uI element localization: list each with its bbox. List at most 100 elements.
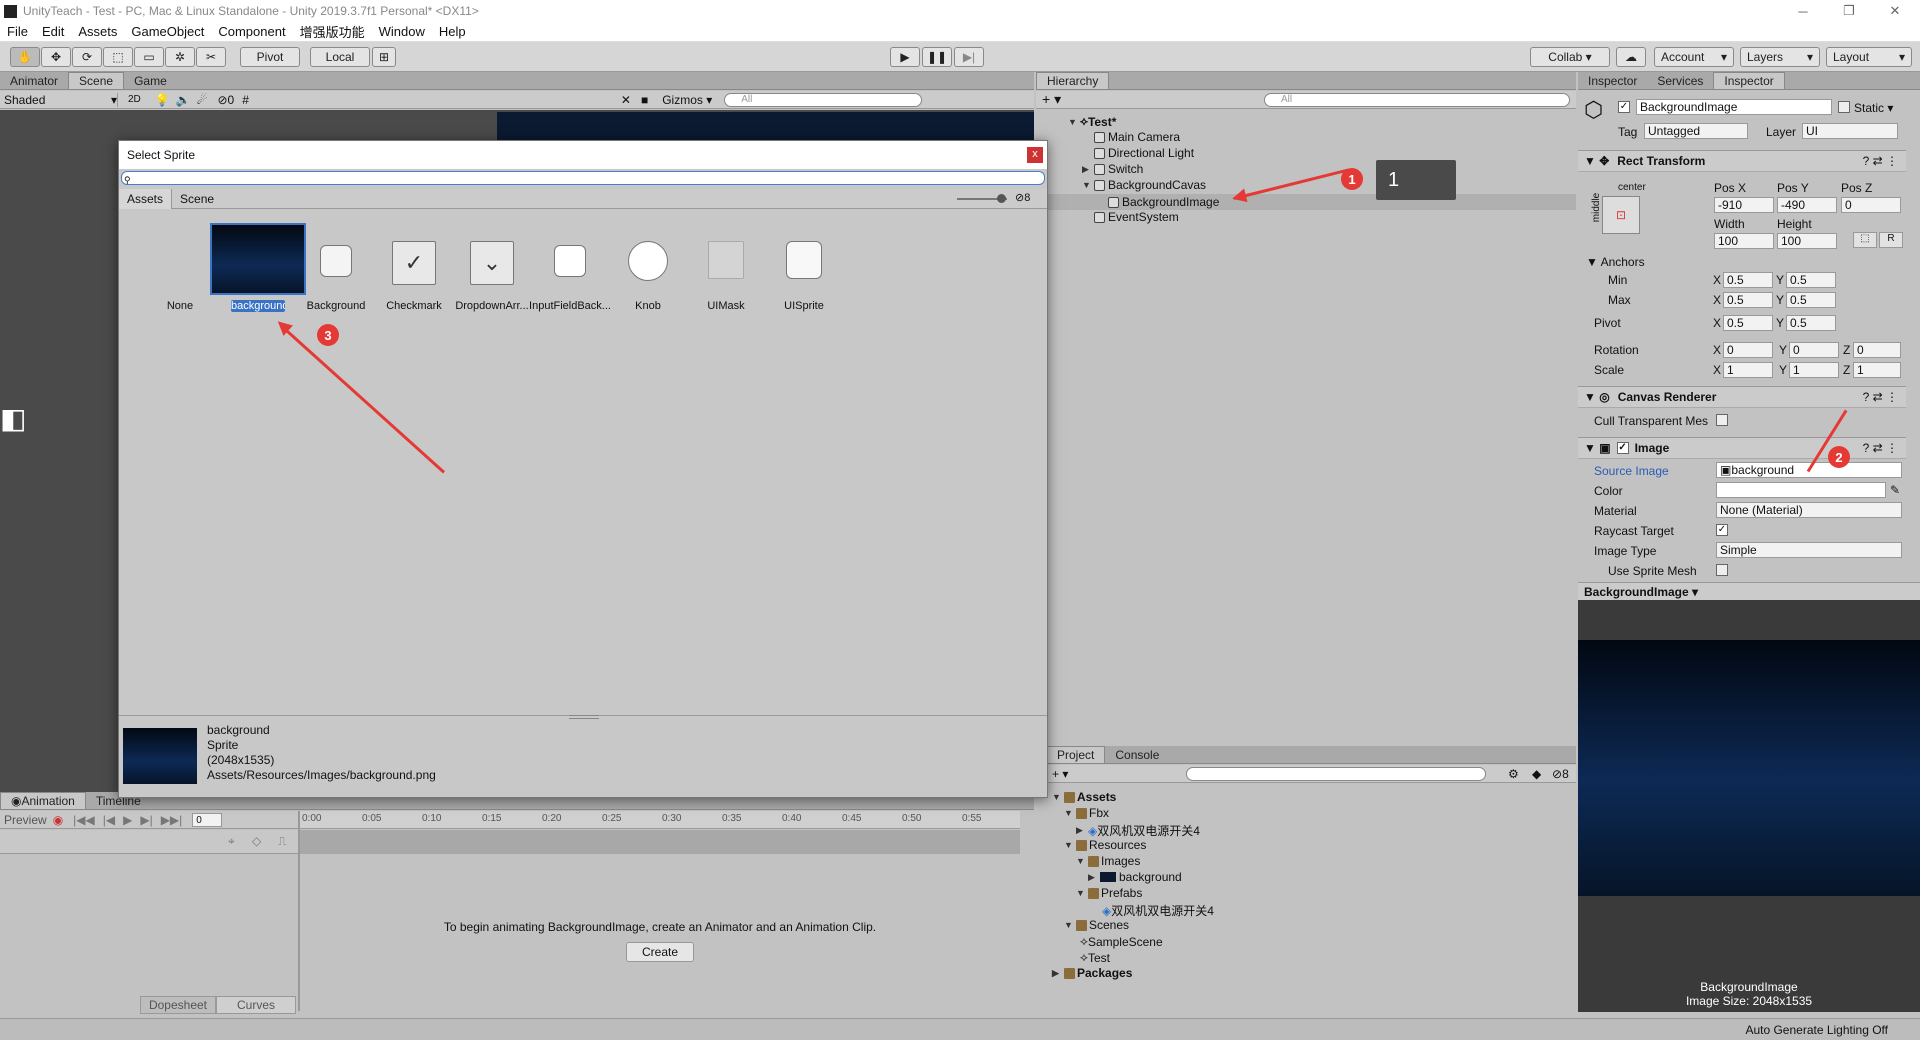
create-clip-button[interactable]: Create [626,942,694,962]
pivot-button[interactable]: Pivot [240,47,300,67]
maximize-button[interactable]: ❐ [1826,0,1872,22]
height-field[interactable]: 100 [1777,233,1837,249]
tree-item-resources[interactable]: ▼ Resources [1064,838,1146,852]
dialog-close-button[interactable]: x [1027,147,1043,163]
scale-z-field[interactable]: 1 [1853,362,1901,378]
tree-item-event-system[interactable]: EventSystem [1094,210,1179,224]
tree-item-model[interactable]: ▶ ◈ 双风机双电源开关4 [1076,822,1200,839]
snap-icon[interactable]: ⊞ [372,47,396,67]
layout-dropdown[interactable]: Layout ▾ [1826,47,1912,67]
tree-item-background-sprite[interactable]: ▶ background [1088,870,1182,884]
resize-handle[interactable] [569,715,599,719]
hidden-count-toggle[interactable]: ⊘8 [1015,191,1030,204]
mode-2d-toggle[interactable]: 2D [128,94,141,105]
sprite-item-knob[interactable]: Knob [613,231,683,312]
tree-item-assets[interactable]: ▼ Assets [1052,790,1116,804]
filter-icon[interactable]: ⌖ [228,834,235,849]
tab-game[interactable]: Game [124,72,177,89]
tree-item-prefab[interactable]: ◈ 双风机双电源开关4 [1102,902,1214,919]
step-button[interactable]: ▶| [954,47,984,67]
blueprint-mode-button[interactable]: ⬚ [1853,232,1877,248]
play-anim-button[interactable]: ▶ [123,813,132,827]
layer-dropdown[interactable]: UI [1802,123,1898,139]
sprite-item-dropdown-arrow[interactable]: ⌄ DropdownArr... [455,231,529,312]
image-type-dropdown[interactable]: Simple [1716,542,1902,558]
scene-search-input[interactable]: All [724,92,923,107]
anchor-min-y-field[interactable]: 0.5 [1786,272,1836,288]
posx-field[interactable]: -910 [1714,197,1774,213]
tag-dropdown[interactable]: Untagged [1644,123,1748,139]
close-window-button[interactable]: ✕ [1872,0,1918,22]
tab-scene[interactable]: Scene [68,72,125,89]
rotation-z-field[interactable]: 0 [1853,342,1901,358]
tab-inspector-1[interactable]: Inspector [1578,72,1647,89]
tree-item-prefabs[interactable]: ▼ Prefabs [1076,886,1142,900]
sprite-item-uimask[interactable]: UIMask [691,231,761,312]
first-key-button[interactable]: |◀◀ [73,813,95,827]
tree-item-fbx[interactable]: ▼ Fbx [1064,806,1109,820]
keyframe-strip[interactable] [300,830,1020,854]
lighting-status[interactable]: Auto Generate Lighting Off [1745,1023,1888,1037]
curves-button[interactable]: Curves [216,996,296,1014]
prev-key-button[interactable]: |◀ [103,813,115,827]
pause-button[interactable]: ❚❚ [922,47,952,67]
tab-console[interactable]: Console [1105,746,1169,763]
visibility-icon[interactable]: ⊘ [217,93,227,107]
menu-edit[interactable]: Edit [35,24,71,39]
color-field[interactable] [1716,482,1886,498]
image-header[interactable]: ▼ ▣ ✓ Image? ⇄ ⋮ [1578,437,1906,459]
account-dropdown[interactable]: Account ▾ [1654,47,1734,67]
tree-item-images[interactable]: ▼ Images [1076,854,1140,868]
tab-scene-assets[interactable]: Scene [172,192,222,206]
transform-tool-icon[interactable]: ✲ [165,47,195,67]
anchor-min-x-field[interactable]: 0.5 [1723,272,1773,288]
create-dropdown[interactable]: + ▾ [1052,767,1068,781]
posy-field[interactable]: -490 [1777,197,1837,213]
tree-item-background-canvas[interactable]: ▼ BackgroundCavas [1082,178,1206,192]
object-name-field[interactable]: BackgroundImage [1636,99,1832,115]
menu-component[interactable]: Component [211,24,292,39]
timeline-ruler[interactable]: 0:00 0:05 0:10 0:15 0:20 0:25 0:30 0:35 … [300,811,1020,829]
play-button[interactable]: ▶ [890,47,920,67]
width-field[interactable]: 100 [1714,233,1774,249]
anchor-max-x-field[interactable]: 0.5 [1723,292,1773,308]
light-icon[interactable]: 💡 [155,93,170,107]
anchors-foldout[interactable]: ▼ Anchors [1586,255,1645,269]
sprite-item-background[interactable]: Background [301,231,371,312]
image-enabled-checkbox[interactable]: ✓ [1616,442,1629,454]
sprite-item-uisprite[interactable]: UISprite [769,231,839,312]
gizmos-dropdown[interactable]: Gizmos ▾ [662,93,712,107]
rotate-tool-icon[interactable]: ⟳ [72,47,102,67]
record-button[interactable]: ◉ [53,813,63,827]
tree-item-scene[interactable]: ▼ ⟡ Test* [1068,114,1116,129]
add-keyframe-icon[interactable]: ◇ [252,834,261,848]
tree-item-background-image[interactable]: BackgroundImage [1036,194,1576,210]
last-key-button[interactable]: ▶▶| [161,813,183,827]
component-menu-icon[interactable]: ? ⇄ ⋮ [1863,441,1898,455]
material-field[interactable]: None (Material) [1716,502,1902,518]
menu-assets[interactable]: Assets [71,24,124,39]
menu-window[interactable]: Window [372,24,432,39]
tab-animator[interactable]: Animator [0,72,68,89]
audio-icon[interactable]: 🔈 [176,93,191,107]
tree-item-main-camera[interactable]: Main Camera [1094,130,1180,144]
filter-icon[interactable]: ⚙ [1508,767,1519,781]
raycast-checkbox[interactable]: ✓ [1716,524,1728,536]
add-object-button[interactable]: + ▾ [1042,91,1061,108]
scale-y-field[interactable]: 1 [1789,362,1839,378]
tab-services[interactable]: Services [1647,72,1713,89]
anchor-max-y-field[interactable]: 0.5 [1786,292,1836,308]
tree-item-sample-scene[interactable]: ⟡ SampleScene [1080,934,1163,949]
hidden-count[interactable]: ⊘8 [1552,767,1569,781]
sprite-item-checkmark[interactable]: ✓ Checkmark [379,231,449,312]
hierarchy-search-input[interactable]: All [1264,92,1570,107]
menu-help[interactable]: Help [432,24,473,39]
posz-field[interactable]: 0 [1841,197,1901,213]
add-event-icon[interactable]: ⎍ [278,834,286,849]
tree-item-test-scene[interactable]: ⟡ Test [1080,950,1110,965]
shading-dropdown[interactable]: Shaded ▾ [0,92,118,107]
tab-project[interactable]: Project [1046,746,1106,763]
rotation-x-field[interactable]: 0 [1723,342,1773,358]
next-key-button[interactable]: ▶| [140,813,152,827]
scale-x-field[interactable]: 1 [1723,362,1773,378]
